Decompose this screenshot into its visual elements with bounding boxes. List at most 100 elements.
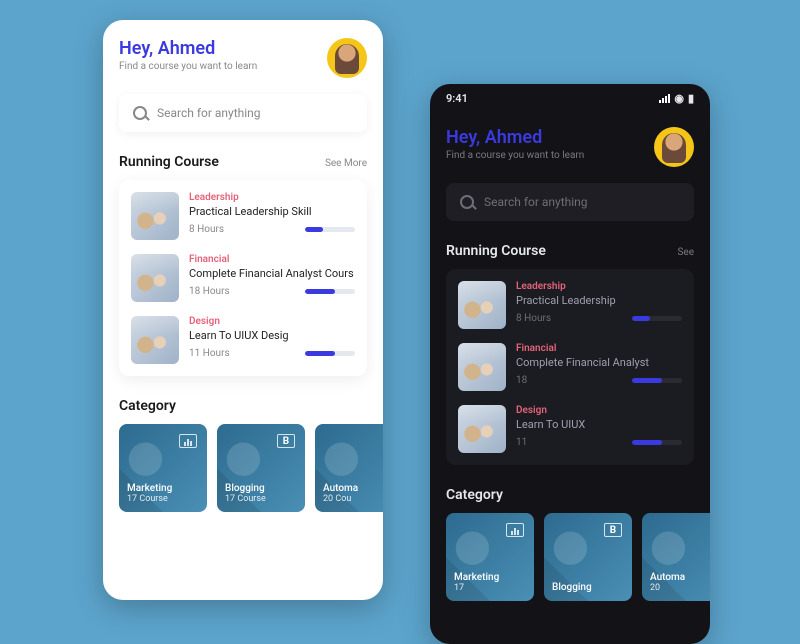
category-text: Blogging — [552, 582, 592, 593]
course-info: Design Learn To UIUX Desig 11 Hours — [189, 316, 355, 359]
status-icons: ◉ ▮ — [659, 92, 694, 105]
course-hours: 8 Hours — [516, 313, 551, 324]
course-hours: 8 Hours — [189, 224, 224, 235]
course-tag: Leadership — [516, 281, 682, 292]
course-info: Leadership Practical Leadership Skill 8 … — [189, 192, 355, 235]
search-input[interactable]: Search for anything — [446, 183, 694, 221]
course-title: Complete Financial Analyst Cours — [189, 267, 355, 280]
course-tag: Financial — [516, 343, 682, 354]
see-more-link[interactable]: See — [677, 247, 694, 258]
progress-bar — [305, 351, 355, 356]
progress-fill — [632, 440, 662, 445]
category-count: 20 Cou — [323, 494, 358, 504]
category-name: Automa — [323, 483, 358, 494]
category-text: Automa 20 Cou — [323, 483, 358, 504]
category-text: Blogging 17 Course — [225, 483, 266, 504]
progress-bar — [305, 227, 355, 232]
category-card[interactable]: Automa 20 Cou — [315, 424, 383, 512]
see-more-link[interactable]: See More — [325, 158, 367, 169]
course-thumbnail — [131, 192, 179, 240]
course-thumbnail — [458, 343, 506, 391]
category-text: Marketing 17 Course — [127, 483, 172, 504]
progress-bar — [305, 289, 355, 294]
course-item[interactable]: Financial Complete Financial Analyst 18 — [458, 343, 682, 391]
category-card[interactable]: Automa 20 — [642, 513, 710, 601]
category-count: 20 — [650, 583, 685, 593]
course-tag: Financial — [189, 254, 355, 265]
category-row[interactable]: Marketing 17 B Blogging Automa 20 — [446, 513, 694, 601]
course-item[interactable]: Leadership Practical Leadership 8 Hours — [458, 281, 682, 329]
course-item[interactable]: Design Learn To UIUX Desig 11 Hours — [131, 316, 355, 364]
category-name: Marketing — [127, 483, 172, 494]
progress-fill — [632, 316, 650, 321]
course-hours: 11 — [516, 437, 527, 448]
category-name: Blogging — [225, 483, 266, 494]
course-item[interactable]: Design Learn To UIUX 11 — [458, 405, 682, 453]
course-tag: Design — [516, 405, 682, 416]
category-card[interactable]: B Blogging — [544, 513, 632, 601]
status-bar: 9:41 ◉ ▮ — [430, 84, 710, 109]
category-count: 17 Course — [127, 494, 172, 504]
category-card[interactable]: Marketing 17 — [446, 513, 534, 601]
light-content: Hey, Ahmed Find a course you want to lea… — [103, 20, 383, 512]
course-meta: 8 Hours — [516, 313, 682, 324]
category-card[interactable]: Marketing 17 Course — [119, 424, 207, 512]
course-thumbnail — [458, 281, 506, 329]
category-header: Category — [119, 398, 367, 414]
course-item[interactable]: Financial Complete Financial Analyst Cou… — [131, 254, 355, 302]
course-hours: 11 Hours — [189, 348, 230, 359]
wifi-icon: ◉ — [674, 92, 684, 105]
section-title: Category — [446, 487, 503, 503]
course-hours: 18 — [516, 375, 527, 386]
progress-bar — [632, 378, 682, 383]
running-course-card: Leadership Practical Leadership Skill 8 … — [119, 180, 367, 376]
course-meta: 18 — [516, 375, 682, 386]
search-placeholder: Search for anything — [484, 195, 588, 209]
header: Hey, Ahmed Find a course you want to lea… — [119, 38, 367, 78]
search-placeholder: Search for anything — [157, 106, 261, 120]
dark-content: Hey, Ahmed Find a course you want to lea… — [430, 109, 710, 601]
course-title: Practical Leadership — [516, 294, 682, 307]
running-course-header: Running Course See — [446, 243, 694, 259]
phone-light: Hey, Ahmed Find a course you want to lea… — [103, 20, 383, 600]
course-title: Complete Financial Analyst — [516, 356, 682, 369]
category-name: Automa — [650, 572, 685, 583]
category-row[interactable]: Marketing 17 Course B Blogging 17 Course… — [119, 424, 367, 512]
category-name: Marketing — [454, 572, 499, 583]
status-time: 9:41 — [446, 92, 468, 105]
category-count: 17 — [454, 583, 499, 593]
b-icon: B — [604, 523, 622, 537]
search-input[interactable]: Search for anything — [119, 94, 367, 132]
course-hours: 18 Hours — [189, 286, 230, 297]
category-text: Automa 20 — [650, 572, 685, 593]
avatar[interactable] — [327, 38, 367, 78]
search-icon — [133, 106, 147, 120]
greeting: Hey, Ahmed — [119, 38, 257, 59]
b-icon: B — [277, 434, 295, 448]
course-tag: Design — [189, 316, 355, 327]
subgreeting: Find a course you want to learn — [119, 61, 257, 72]
chart-icon — [179, 434, 197, 448]
signal-icon — [659, 94, 670, 103]
section-title: Category — [119, 398, 176, 414]
course-info: Leadership Practical Leadership 8 Hours — [516, 281, 682, 324]
subgreeting: Find a course you want to learn — [446, 150, 584, 161]
avatar[interactable] — [654, 127, 694, 167]
phone-dark: 9:41 ◉ ▮ Hey, Ahmed Find a course you wa… — [430, 84, 710, 644]
progress-fill — [305, 227, 323, 232]
section-title: Running Course — [446, 243, 546, 259]
section-title: Running Course — [119, 154, 219, 170]
progress-fill — [632, 378, 662, 383]
course-meta: 8 Hours — [189, 224, 355, 235]
course-item[interactable]: Leadership Practical Leadership Skill 8 … — [131, 192, 355, 240]
battery-icon: ▮ — [688, 92, 694, 105]
course-title: Practical Leadership Skill — [189, 205, 355, 218]
course-meta: 11 Hours — [189, 348, 355, 359]
greeting-block: Hey, Ahmed Find a course you want to lea… — [119, 38, 257, 72]
running-course-card: Leadership Practical Leadership 8 Hours … — [446, 269, 694, 465]
course-meta: 11 — [516, 437, 682, 448]
course-info: Financial Complete Financial Analyst 18 — [516, 343, 682, 386]
course-title: Learn To UIUX — [516, 418, 682, 431]
category-card[interactable]: B Blogging 17 Course — [217, 424, 305, 512]
course-thumbnail — [131, 316, 179, 364]
